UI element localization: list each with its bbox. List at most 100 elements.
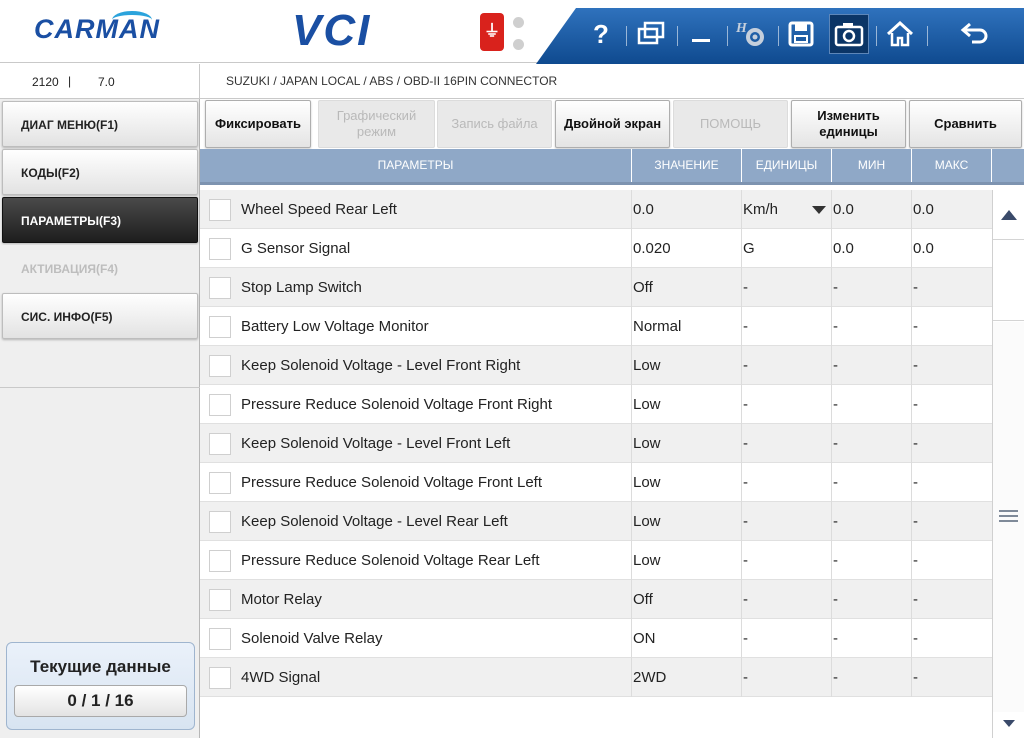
row-checkbox[interactable]: [209, 316, 231, 338]
action-bar: Фиксировать Графический режим Запись фай…: [200, 99, 1024, 149]
help-icon: ?: [593, 18, 609, 49]
graph-mode-button-label: Графический режим: [336, 108, 417, 139]
parameter-unit: -: [743, 658, 832, 697]
row-checkbox[interactable]: [209, 511, 231, 533]
parameter-name: Battery Low Voltage Monitor: [241, 307, 632, 346]
parameter-min: -: [833, 463, 912, 502]
scroll-thumb[interactable]: [993, 322, 1024, 712]
parameter-value: ON: [633, 619, 742, 658]
graph-mode-button: Графический режим: [318, 100, 435, 148]
version-separator: |: [68, 74, 72, 88]
version-number: 7.0: [98, 75, 115, 89]
row-checkbox[interactable]: [209, 433, 231, 455]
row-checkbox[interactable]: [209, 199, 231, 221]
row-checkbox[interactable]: [209, 238, 231, 260]
home-icon: [886, 21, 914, 47]
table-row[interactable]: Pressure Reduce Solenoid Voltage Rear Le…: [200, 541, 992, 580]
parameter-max: -: [913, 630, 918, 647]
parameter-name: Wheel Speed Rear Left: [241, 190, 632, 229]
row-checkbox[interactable]: [209, 472, 231, 494]
parameter-min: -: [833, 619, 912, 658]
parameter-value: 0.0: [633, 190, 742, 229]
sidebar-item-label: ПАРАМЕТРЫ(F3): [21, 214, 121, 228]
home-button[interactable]: [880, 14, 920, 54]
parameter-max: -: [913, 552, 918, 569]
row-checkbox[interactable]: [209, 667, 231, 689]
parameter-min: -: [833, 385, 912, 424]
sidebar-item-parameters[interactable]: ПАРАМЕТРЫ(F3): [2, 197, 198, 243]
breadcrumb: SUZUKI / JAPAN LOCAL / ABS / OBD-II 16PI…: [226, 74, 558, 88]
row-checkbox[interactable]: [209, 394, 231, 416]
parameter-value: Low: [633, 502, 742, 541]
compare-button[interactable]: Сравнить: [909, 100, 1022, 148]
parameter-min: 0.0: [833, 190, 912, 229]
parameter-name: Pressure Reduce Solenoid Voltage Rear Le…: [241, 541, 632, 580]
minimize-button[interactable]: [681, 14, 721, 54]
fix-button[interactable]: Фиксировать: [205, 100, 311, 148]
row-checkbox[interactable]: [209, 277, 231, 299]
scroll-down-button[interactable]: [993, 712, 1024, 738]
sidebar-item-system-info[interactable]: СИС. ИНФО(F5): [2, 293, 198, 339]
row-checkbox[interactable]: [209, 550, 231, 572]
scroll-track[interactable]: [993, 241, 1024, 321]
vci-logo: VCI: [292, 6, 372, 55]
camera-button[interactable]: [829, 14, 869, 54]
parameter-max: -: [913, 318, 918, 335]
parameter-value: Low: [633, 463, 742, 502]
change-units-button[interactable]: Изменить единицы: [791, 100, 906, 148]
app-window: CARMAN VCI ⏚ ? H 2120 | 7.0 SUZUKI / JAP…: [0, 0, 1024, 738]
row-checkbox[interactable]: [209, 628, 231, 650]
parameter-unit: G: [743, 229, 832, 268]
parameter-list: Wheel Speed Rear Left 0.0 Km/h 0.0 0.0 G Sens…: [200, 190, 992, 738]
info-bar: 2120 | 7.0 SUZUKI / JAPAN LOCAL / ABS / …: [0, 64, 1024, 99]
version-code: 2120: [32, 75, 59, 89]
dual-screen-button-label: Двойной экран: [563, 116, 662, 131]
parameter-min: -: [833, 424, 912, 463]
minimize-icon: [692, 39, 710, 42]
table-row[interactable]: Pressure Reduce Solenoid Voltage Front R…: [200, 385, 992, 424]
sidebar-item-codes[interactable]: КОДЫ(F2): [2, 149, 198, 195]
parameter-value: 2WD: [633, 658, 742, 697]
table-row[interactable]: G Sensor Signal 0.020 G 0.0 0.0: [200, 229, 992, 268]
table-row[interactable]: Stop Lamp Switch Off - - -: [200, 268, 992, 307]
sidebar-item-diag-menu[interactable]: ДИАГ МЕНЮ(F1): [2, 101, 198, 147]
toolbar-separator: [876, 26, 877, 46]
help-action-button: ПОМОЩЬ: [673, 100, 788, 148]
table-row[interactable]: Pressure Reduce Solenoid Voltage Front L…: [200, 463, 992, 502]
scrollbar[interactable]: [992, 190, 1024, 738]
table-row[interactable]: Keep Solenoid Voltage - Level Front Left…: [200, 424, 992, 463]
parameter-max: -: [913, 279, 918, 296]
sidebar-item-activation: АКТИВАЦИЯ(F4): [2, 245, 198, 291]
row-checkbox[interactable]: [209, 355, 231, 377]
parameter-max: 0.0: [913, 201, 934, 218]
parameter-value: Off: [633, 580, 742, 619]
parameter-min: -: [833, 658, 912, 697]
column-header-max: МАКС: [912, 149, 992, 182]
table-row[interactable]: Wheel Speed Rear Left 0.0 Km/h 0.0 0.0: [200, 190, 992, 229]
back-button[interactable]: [954, 14, 994, 54]
table-row[interactable]: 4WD Signal 2WD - - -: [200, 658, 992, 697]
dual-screen-button[interactable]: Двойной экран: [555, 100, 670, 148]
table-row[interactable]: Motor Relay Off - - -: [200, 580, 992, 619]
table-row[interactable]: Solenoid Valve Relay ON - - -: [200, 619, 992, 658]
parameter-value: Off: [633, 268, 742, 307]
row-checkbox[interactable]: [209, 589, 231, 611]
settings-button[interactable]: H: [731, 14, 771, 54]
unit-dropdown-icon[interactable]: [812, 206, 826, 214]
scroll-up-button[interactable]: [993, 190, 1024, 240]
logo-swoosh-icon: [112, 11, 152, 29]
parameter-name: Pressure Reduce Solenoid Voltage Front R…: [241, 385, 632, 424]
save-button[interactable]: [781, 14, 821, 54]
help-button[interactable]: ?: [581, 14, 621, 54]
table-row[interactable]: Keep Solenoid Voltage - Level Front Righ…: [200, 346, 992, 385]
parameter-unit: -: [743, 502, 832, 541]
windows-button[interactable]: [631, 14, 671, 54]
parameter-max: -: [913, 396, 918, 413]
parameter-min: -: [833, 268, 912, 307]
column-header-min: МИН: [832, 149, 912, 182]
parameter-max: -: [913, 513, 918, 530]
toolbar-separator: [927, 26, 928, 46]
table-row[interactable]: Keep Solenoid Voltage - Level Rear Left L…: [200, 502, 992, 541]
header: CARMAN VCI ⏚ ? H: [0, 0, 1024, 64]
table-row[interactable]: Battery Low Voltage Monitor Normal - - -: [200, 307, 992, 346]
